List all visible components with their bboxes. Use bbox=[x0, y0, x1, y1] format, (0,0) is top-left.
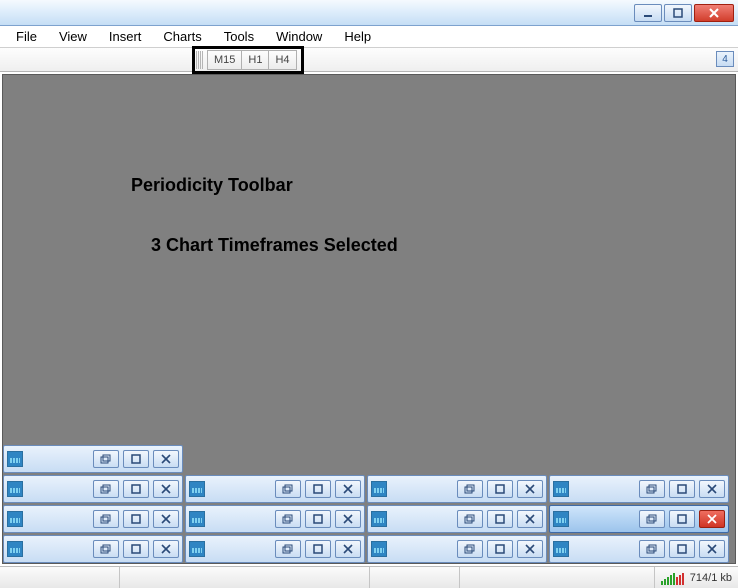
child-restore-button[interactable] bbox=[457, 510, 483, 528]
child-maximize-button[interactable] bbox=[305, 480, 331, 498]
connection-bars-icon bbox=[661, 571, 684, 585]
menu-insert[interactable]: Insert bbox=[99, 27, 152, 46]
toolbar-row: M15 H1 H4 4 bbox=[0, 48, 738, 72]
chart-titlebar-active[interactable] bbox=[549, 505, 729, 533]
chart-icon bbox=[189, 511, 205, 527]
connection-text: 714/1 kb bbox=[690, 572, 732, 584]
child-maximize-button[interactable] bbox=[305, 510, 331, 528]
mdi-child-windows-area bbox=[3, 443, 735, 563]
toolbar-corner-badge[interactable]: 4 bbox=[716, 51, 734, 67]
chart-icon bbox=[7, 451, 23, 467]
minimize-button[interactable] bbox=[634, 4, 662, 22]
child-close-button[interactable] bbox=[517, 540, 543, 558]
menubar: File View Insert Charts Tools Window Hel… bbox=[0, 26, 738, 48]
child-close-button[interactable] bbox=[153, 510, 179, 528]
child-maximize-button[interactable] bbox=[669, 480, 695, 498]
child-restore-button[interactable] bbox=[639, 540, 665, 558]
chart-titlebar[interactable] bbox=[185, 475, 365, 503]
status-segment bbox=[0, 567, 120, 588]
chart-icon bbox=[7, 511, 23, 527]
child-restore-button[interactable] bbox=[275, 480, 301, 498]
connection-status[interactable]: 714/1 kb bbox=[655, 567, 738, 588]
menu-help[interactable]: Help bbox=[334, 27, 381, 46]
child-restore-button[interactable] bbox=[93, 510, 119, 528]
chart-titlebar[interactable] bbox=[367, 505, 547, 533]
menu-tools[interactable]: Tools bbox=[214, 27, 264, 46]
child-maximize-button[interactable] bbox=[487, 510, 513, 528]
chart-icon bbox=[7, 481, 23, 497]
chart-titlebar[interactable] bbox=[185, 505, 365, 533]
annotation-label-selected: 3 Chart Timeframes Selected bbox=[151, 235, 398, 256]
child-close-button[interactable] bbox=[153, 480, 179, 498]
menu-view[interactable]: View bbox=[49, 27, 97, 46]
child-restore-button[interactable] bbox=[639, 480, 665, 498]
annotation-label-periodicity: Periodicity Toolbar bbox=[131, 175, 293, 196]
chart-icon bbox=[189, 541, 205, 557]
child-maximize-button[interactable] bbox=[123, 450, 149, 468]
chart-icon bbox=[189, 481, 205, 497]
chart-icon bbox=[553, 481, 569, 497]
menu-charts[interactable]: Charts bbox=[153, 27, 211, 46]
child-maximize-button[interactable] bbox=[669, 540, 695, 558]
chart-icon bbox=[371, 481, 387, 497]
chart-icon bbox=[371, 541, 387, 557]
child-close-button[interactable] bbox=[517, 480, 543, 498]
menu-window[interactable]: Window bbox=[266, 27, 332, 46]
chart-icon bbox=[553, 541, 569, 557]
child-close-button[interactable] bbox=[699, 480, 725, 498]
child-restore-button[interactable] bbox=[93, 540, 119, 558]
child-close-button[interactable] bbox=[335, 480, 361, 498]
child-close-button[interactable] bbox=[153, 540, 179, 558]
mdi-workspace: Periodicity Toolbar 3 Chart Timeframes S… bbox=[2, 74, 736, 564]
chart-titlebar[interactable] bbox=[3, 505, 183, 533]
child-close-button[interactable] bbox=[699, 540, 725, 558]
chart-titlebar[interactable] bbox=[549, 475, 729, 503]
status-segment bbox=[460, 567, 655, 588]
child-maximize-button[interactable] bbox=[123, 480, 149, 498]
child-restore-button[interactable] bbox=[275, 540, 301, 558]
chart-titlebar[interactable] bbox=[3, 445, 183, 473]
child-restore-button[interactable] bbox=[93, 480, 119, 498]
window-titlebar bbox=[0, 0, 738, 26]
status-segment bbox=[370, 567, 460, 588]
close-button[interactable] bbox=[694, 4, 734, 22]
chart-titlebar[interactable] bbox=[3, 535, 183, 563]
child-close-button[interactable] bbox=[153, 450, 179, 468]
status-segment bbox=[120, 567, 370, 588]
child-close-button[interactable] bbox=[335, 510, 361, 528]
child-maximize-button[interactable] bbox=[669, 510, 695, 528]
chart-icon bbox=[553, 511, 569, 527]
child-maximize-button[interactable] bbox=[123, 540, 149, 558]
chart-titlebar[interactable] bbox=[367, 475, 547, 503]
child-restore-button[interactable] bbox=[275, 510, 301, 528]
menu-file[interactable]: File bbox=[6, 27, 47, 46]
child-close-button[interactable] bbox=[517, 510, 543, 528]
chart-titlebar[interactable] bbox=[549, 535, 729, 563]
chart-icon bbox=[7, 541, 23, 557]
chart-titlebar[interactable] bbox=[367, 535, 547, 563]
chart-titlebar[interactable] bbox=[185, 535, 365, 563]
child-maximize-button[interactable] bbox=[487, 480, 513, 498]
annotation-highlight-box bbox=[192, 46, 304, 74]
statusbar: 714/1 kb bbox=[0, 566, 738, 588]
child-maximize-button[interactable] bbox=[123, 510, 149, 528]
child-restore-button[interactable] bbox=[639, 510, 665, 528]
maximize-button[interactable] bbox=[664, 4, 692, 22]
child-restore-button[interactable] bbox=[93, 450, 119, 468]
chart-titlebar[interactable] bbox=[3, 475, 183, 503]
child-restore-button[interactable] bbox=[457, 480, 483, 498]
child-close-button[interactable] bbox=[335, 540, 361, 558]
child-maximize-button[interactable] bbox=[487, 540, 513, 558]
child-restore-button[interactable] bbox=[457, 540, 483, 558]
child-maximize-button[interactable] bbox=[305, 540, 331, 558]
child-close-button[interactable] bbox=[699, 510, 725, 528]
chart-icon bbox=[371, 511, 387, 527]
